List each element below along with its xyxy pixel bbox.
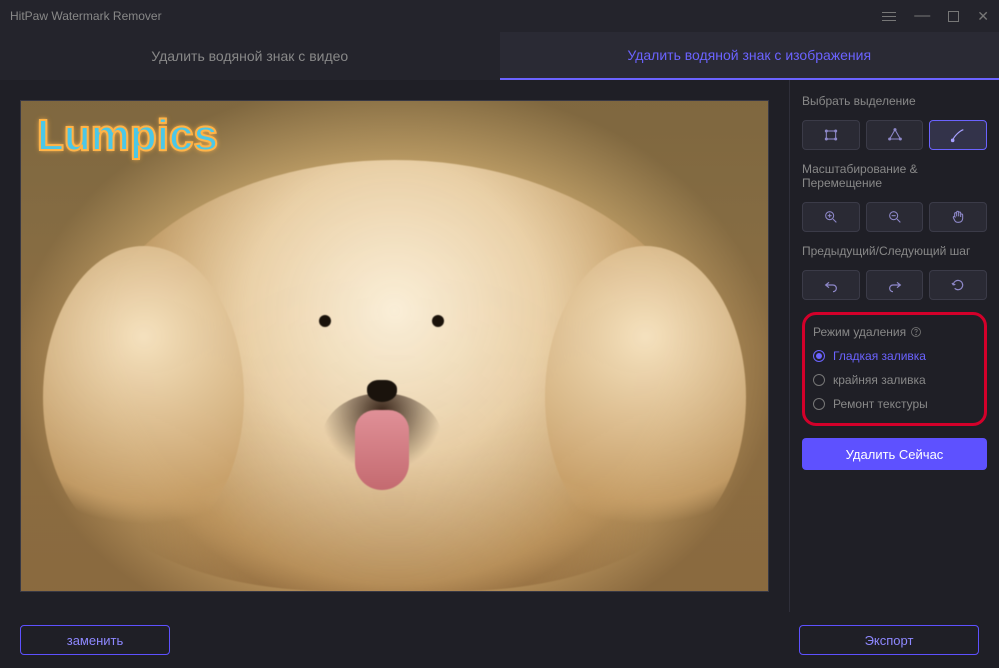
tab-image[interactable]: Удалить водяной знак с изображения — [500, 32, 999, 80]
history-tools — [802, 270, 987, 300]
image-detail — [355, 410, 409, 490]
mode-label: Режим удаления — [813, 325, 976, 339]
radio-icon — [813, 350, 825, 362]
main-area: Lumpics Выбрать выделение Масштабировани… — [0, 80, 999, 612]
mode-option-label: крайняя заливка — [833, 373, 926, 387]
zoom-label: Масштабирование & Перемещение — [802, 162, 987, 190]
mode-option-label: Гладкая заливка — [833, 349, 926, 363]
zoom-tools — [802, 202, 987, 232]
zoom-in-icon — [823, 209, 839, 225]
reset-icon — [950, 277, 966, 293]
image-detail — [432, 315, 444, 327]
redo-icon — [887, 277, 903, 293]
main-tabs: Удалить водяной знак с видео Удалить вод… — [0, 32, 999, 80]
redo-button[interactable] — [866, 270, 924, 300]
close-icon[interactable]: ✕ — [977, 8, 989, 25]
image-subject — [81, 160, 709, 591]
replace-button[interactable]: заменить — [20, 625, 170, 655]
image-detail — [319, 315, 331, 327]
titlebar: HitPaw Watermark Remover — ✕ — [0, 0, 999, 32]
mode-option-smooth[interactable]: Гладкая заливка — [813, 349, 976, 363]
rect-select-icon — [823, 127, 839, 143]
brush-select-button[interactable] — [929, 120, 987, 150]
mode-option-label: Ремонт текстуры — [833, 397, 928, 411]
loaded-image: Lumpics — [21, 101, 768, 591]
remove-now-button[interactable]: Удалить Сейчас — [802, 438, 987, 470]
sidebar: Выбрать выделение Масштабирование & Пере… — [789, 80, 999, 612]
help-icon[interactable] — [910, 326, 922, 338]
app-window: HitPaw Watermark Remover — ✕ Удалить вод… — [0, 0, 999, 668]
image-detail — [367, 380, 397, 402]
reset-button[interactable] — [929, 270, 987, 300]
pan-button[interactable] — [929, 202, 987, 232]
removal-mode-panel: Режим удаления Гладкая заливка крайняя з… — [802, 312, 987, 426]
image-canvas[interactable]: Lumpics — [20, 100, 769, 592]
zoom-out-icon — [887, 209, 903, 225]
lasso-select-button[interactable] — [866, 120, 924, 150]
export-button[interactable]: Экспорт — [799, 625, 979, 655]
mode-option-edge[interactable]: крайняя заливка — [813, 373, 976, 387]
selection-label: Выбрать выделение — [802, 94, 987, 108]
window-controls: — ✕ — [882, 8, 989, 25]
radio-icon — [813, 374, 825, 386]
tab-video[interactable]: Удалить водяной знак с видео — [0, 32, 500, 80]
zoom-out-button[interactable] — [866, 202, 924, 232]
undo-button[interactable] — [802, 270, 860, 300]
rect-select-button[interactable] — [802, 120, 860, 150]
mode-option-texture[interactable]: Ремонт текстуры — [813, 397, 976, 411]
pan-hand-icon — [950, 209, 966, 225]
menu-icon[interactable] — [882, 12, 896, 21]
watermark-text: Lumpics — [37, 111, 218, 161]
undo-icon — [823, 277, 839, 293]
lasso-select-icon — [887, 127, 903, 143]
canvas-area: Lumpics — [0, 80, 789, 612]
zoom-in-button[interactable] — [802, 202, 860, 232]
app-title: HitPaw Watermark Remover — [10, 9, 162, 23]
selection-tools — [802, 120, 987, 150]
minimize-icon[interactable]: — — [914, 12, 930, 20]
radio-icon — [813, 398, 825, 410]
mode-label-text: Режим удаления — [813, 325, 906, 339]
footer: заменить Экспорт — [0, 612, 999, 668]
history-label: Предыдущий/Следующий шаг — [802, 244, 987, 258]
brush-select-icon — [950, 127, 966, 143]
maximize-icon[interactable] — [948, 11, 959, 22]
